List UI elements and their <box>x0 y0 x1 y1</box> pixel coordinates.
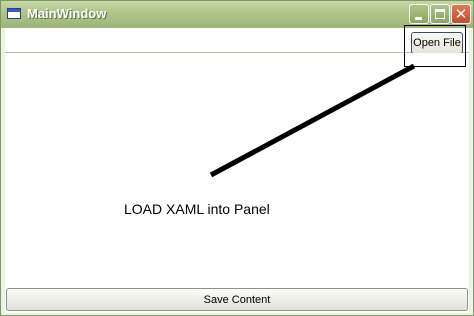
window-content: Open File LOAD XAML into Panel Save Cont… <box>5 28 469 313</box>
close-button[interactable]: ✕ <box>451 4 471 24</box>
maximize-icon <box>435 9 445 19</box>
window-title: MainWindow <box>27 6 107 21</box>
minimize-button[interactable] <box>409 4 429 24</box>
maximize-button[interactable] <box>430 4 450 24</box>
main-window: MainWindow ✕ Open File LOAD XAML into Pa… <box>0 0 474 316</box>
minimize-icon <box>415 17 422 20</box>
panel-annotation-label: LOAD XAML into Panel <box>124 201 270 217</box>
title-bar[interactable]: MainWindow ✕ <box>1 1 473 28</box>
save-content-button[interactable]: Save Content <box>6 288 468 311</box>
top-toolbar: Open File <box>5 28 469 54</box>
window-app-icon <box>7 8 21 19</box>
xaml-content-panel: LOAD XAML into Panel <box>5 53 469 285</box>
close-icon: ✕ <box>454 5 468 23</box>
open-file-button[interactable]: Open File <box>411 32 463 54</box>
